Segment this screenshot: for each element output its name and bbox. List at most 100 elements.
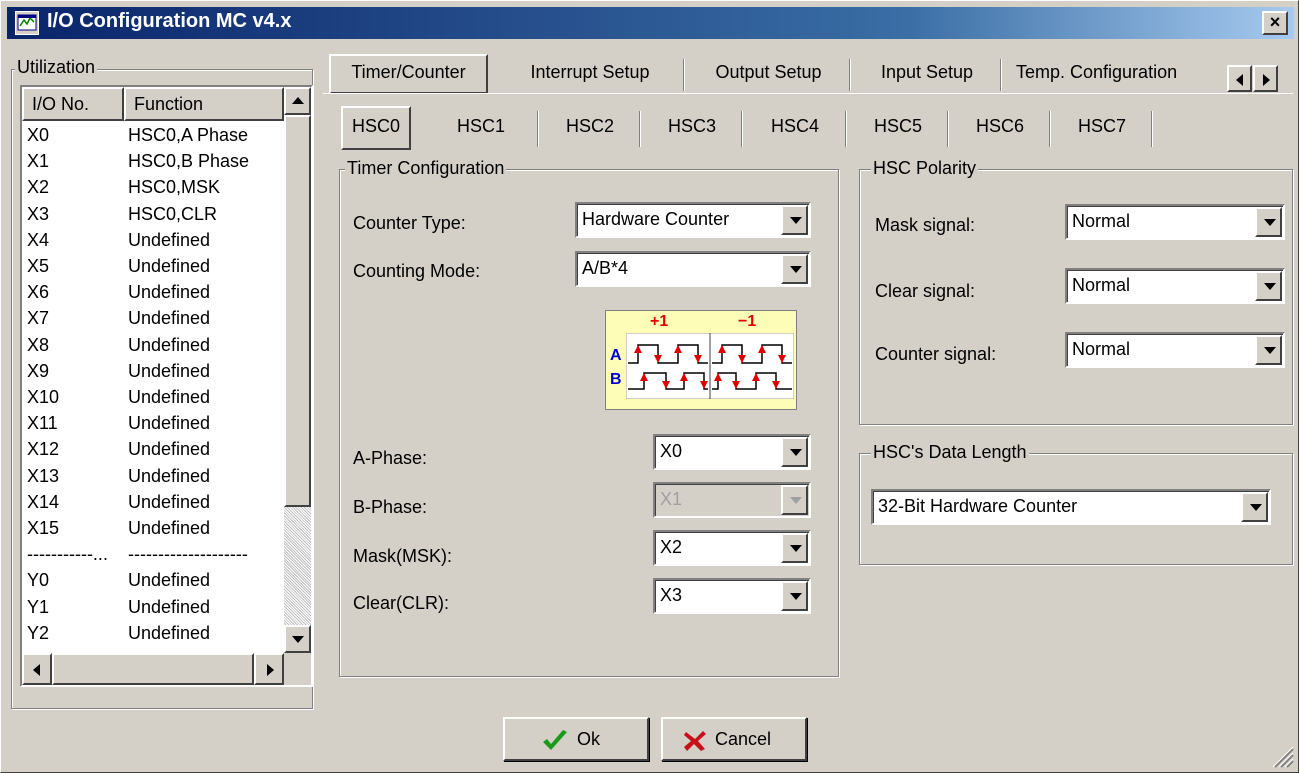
chevron-down-icon[interactable] xyxy=(781,581,808,611)
scroll-left-button[interactable] xyxy=(22,653,52,685)
io-number: Y2 xyxy=(27,622,50,643)
subtab-separator xyxy=(741,111,743,147)
list-item[interactable]: X8 Undefined xyxy=(22,335,284,361)
arrow-up-icon xyxy=(292,97,304,104)
counter-signal-select[interactable]: Normal xyxy=(1065,332,1285,368)
utilization-label: Utilization xyxy=(15,57,98,78)
tab-interrupt-setup[interactable]: Interrupt Setup xyxy=(496,56,684,92)
list-item[interactable]: X5 Undefined xyxy=(22,256,284,282)
resize-grip-icon[interactable] xyxy=(1269,743,1295,769)
list-item[interactable]: X1 HSC0,B Phase xyxy=(22,151,284,177)
subtab-hsc4[interactable]: HSC4 xyxy=(745,108,845,148)
io-function: Undefined xyxy=(128,622,211,643)
counter-type-select[interactable]: Hardware Counter xyxy=(575,202,811,238)
subtab-hsc3[interactable]: HSC3 xyxy=(643,108,741,148)
list-body: X0 HSC0,A Phase X1 HSC0,B Phase X2 HSC0,MSK X3… xyxy=(22,121,284,653)
list-item[interactable]: X9 Undefined xyxy=(22,361,284,387)
chevron-down-icon[interactable] xyxy=(781,205,808,235)
mask-signal-select[interactable]: Normal xyxy=(1065,204,1285,240)
scroll-up-button[interactable] xyxy=(284,87,311,115)
io-function: Undefined xyxy=(128,413,211,434)
close-button[interactable]: × xyxy=(1262,11,1288,35)
clear-signal-value: Normal xyxy=(1072,275,1131,295)
chevron-down-icon[interactable] xyxy=(781,254,808,284)
vertical-scrollbar[interactable] xyxy=(284,87,311,653)
subtab-hsc1[interactable]: HSC1 xyxy=(431,108,531,148)
horizontal-scroll-thumb[interactable] xyxy=(52,653,254,685)
io-function: Undefined xyxy=(128,596,211,617)
chevron-down-icon[interactable] xyxy=(781,437,808,467)
ok-button[interactable]: Ok xyxy=(503,717,649,761)
list-item[interactable]: X0 HSC0,A Phase xyxy=(22,125,284,151)
a-phase-select[interactable]: X0 xyxy=(653,434,811,470)
scroll-thumb[interactable] xyxy=(284,115,311,507)
list-item[interactable]: X7 Undefined xyxy=(22,308,284,334)
tab-scroll-right-button[interactable] xyxy=(1253,65,1278,92)
list-item[interactable]: X14 Undefined xyxy=(22,492,284,518)
list-item[interactable]: X10 Undefined xyxy=(22,387,284,413)
tab-interrupt-setup-label: Interrupt Setup xyxy=(530,62,650,82)
horizontal-scrollbar[interactable] xyxy=(22,653,284,685)
scroll-track[interactable] xyxy=(284,507,311,625)
clear-signal-label: Clear signal: xyxy=(875,281,976,301)
io-function: -------------------- xyxy=(128,544,248,565)
counting-mode-value: A/B*4 xyxy=(582,258,629,278)
list-item[interactable]: X2 HSC0,MSK xyxy=(22,177,284,203)
scroll-down-button[interactable] xyxy=(284,625,311,653)
tab-output-setup[interactable]: Output Setup xyxy=(687,56,850,92)
list-item[interactable]: X15 Undefined xyxy=(22,518,284,544)
list-item[interactable]: X4 Undefined xyxy=(22,230,284,256)
list-item[interactable]: X12 Undefined xyxy=(22,439,284,465)
mask-msk-select[interactable]: X2 xyxy=(653,530,811,566)
list-item[interactable]: X3 HSC0,CLR xyxy=(22,204,284,230)
subtab-hsc6[interactable]: HSC6 xyxy=(951,108,1049,148)
column-header-function-label: Function xyxy=(134,94,204,114)
counting-mode-diagram: +1 −1 A B xyxy=(605,310,797,410)
window-title: I/O Configuration MC v4.x xyxy=(47,10,292,32)
list-item[interactable]: X6 Undefined xyxy=(22,282,284,308)
subtab-separator xyxy=(1151,111,1153,147)
tab-temp-configuration[interactable]: Temp. Configuration xyxy=(1004,56,1226,92)
arrow-right-icon xyxy=(267,664,274,676)
subtab-hsc0[interactable]: HSC0 xyxy=(341,106,411,150)
list-item[interactable]: Y0 Undefined xyxy=(22,570,284,596)
scroll-right-button[interactable] xyxy=(254,653,284,685)
io-number: X15 xyxy=(27,518,60,538)
clear-signal-select[interactable]: Normal xyxy=(1065,268,1285,304)
list-item[interactable]: Y1 Undefined xyxy=(22,597,284,623)
chevron-down-icon[interactable] xyxy=(1255,207,1282,237)
hsc-polarity-label: HSC Polarity xyxy=(871,158,979,179)
subtab-hsc5[interactable]: HSC5 xyxy=(849,108,947,148)
list-item[interactable]: X13 Undefined xyxy=(22,466,284,492)
chevron-down-icon[interactable] xyxy=(781,533,808,563)
subtab-hsc2[interactable]: HSC2 xyxy=(541,108,639,148)
subtab-hsc4-label: HSC4 xyxy=(770,116,819,136)
hsc-data-length-select[interactable]: 32-Bit Hardware Counter xyxy=(871,489,1271,525)
b-phase-select: X1 xyxy=(653,482,811,518)
tab-timer-counter[interactable]: Timer/Counter xyxy=(329,54,488,94)
subtab-hsc7[interactable]: HSC7 xyxy=(1053,108,1151,148)
io-function: Undefined xyxy=(128,334,211,355)
tab-input-setup[interactable]: Input Setup xyxy=(853,56,1001,92)
counter-type-value: Hardware Counter xyxy=(582,209,730,229)
io-function: Undefined xyxy=(128,570,211,591)
title-bar[interactable]: I/O Configuration MC v4.x × xyxy=(7,7,1294,39)
tab-scroll-left-button[interactable] xyxy=(1227,65,1252,92)
list-item[interactable]: X11 Undefined xyxy=(22,413,284,439)
io-number: X9 xyxy=(27,360,50,381)
subtab-separator xyxy=(537,111,539,147)
chevron-down-icon[interactable] xyxy=(1241,492,1268,522)
chevron-down-icon[interactable] xyxy=(1255,271,1282,301)
chevron-down-icon[interactable] xyxy=(1255,335,1282,365)
column-header-function[interactable]: Function xyxy=(124,87,284,121)
io-number: Y0 xyxy=(27,570,50,591)
clear-clr-select[interactable]: X3 xyxy=(653,578,811,614)
list-item[interactable]: -----------... -------------------- xyxy=(22,544,284,570)
cancel-button[interactable]: Cancel xyxy=(661,717,807,761)
io-number: X7 xyxy=(27,308,50,329)
column-header-io-no[interactable]: I/O No. xyxy=(22,87,124,121)
counting-mode-select[interactable]: A/B*4 xyxy=(575,251,811,287)
counter-type-label: Counter Type: xyxy=(353,213,466,233)
utilization-list[interactable]: I/O No. Function X0 HSC0,A Phase X1 HSC0,B … xyxy=(20,85,313,687)
list-item[interactable]: Y2 Undefined xyxy=(22,623,284,649)
